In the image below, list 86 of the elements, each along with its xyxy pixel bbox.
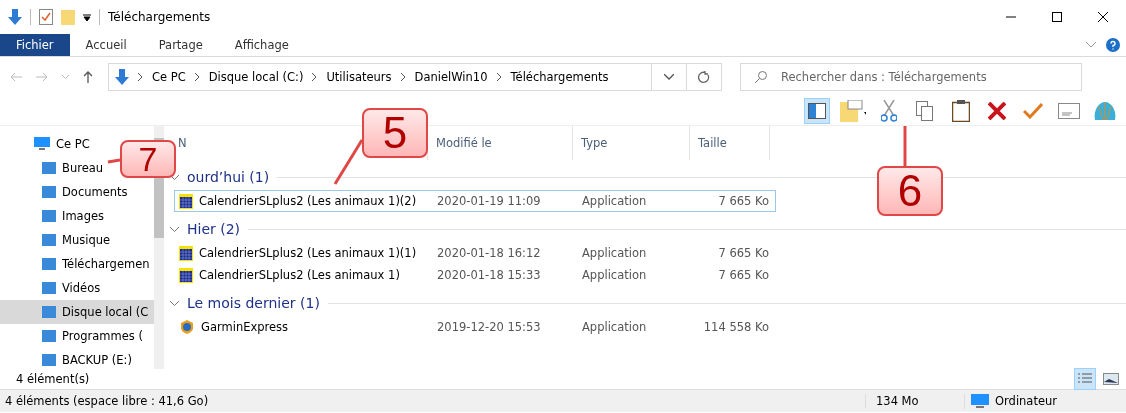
leader-line [333,138,364,186]
column-header[interactable]: Modifié le [436,136,492,150]
chevron-right-icon [496,73,502,81]
size-cell-text: 7 665 Ko [717,246,769,260]
leader-line [106,158,122,164]
callout-number: 6 [877,166,943,216]
item-count: 4 élément(s) [16,372,90,386]
date-cell-text: 2020-01-18 15:33 [436,268,542,282]
chevron-right-icon [194,73,200,81]
window-title: Téléchargements [108,10,211,24]
breadcrumb[interactable]: Ce PC [152,70,186,84]
close-icon[interactable] [1098,12,1108,22]
breadcrumb[interactable]: Utilisateurs [326,70,392,84]
calendar-icon [179,193,193,209]
properties-icon[interactable] [39,9,53,25]
size-cell-text: 114 558 Ko [702,320,769,334]
type-cell-text: Application [581,320,648,334]
file-name: GarminExpress [201,320,289,334]
date-cell-text: 2019-12-20 15:53 [436,320,542,334]
size-cell-text: 7 665 Ko [717,268,769,282]
date-cell-text: 2020-01-19 11:09 [436,194,542,208]
up-arrow-icon[interactable] [83,71,93,83]
column-header[interactable]: Taille [698,136,727,150]
chevron-down-icon[interactable] [664,74,674,80]
list-icon [1078,373,1092,385]
globe-badge-icon [179,319,195,335]
file-row[interactable]: CalendrierSLplus2 (Les animaux 1)(2) 2020-01-19 11:09 Application 7 665 Ko [174,190,776,212]
sidebar-item[interactable]: Ce PC [0,132,94,156]
sidebar-item[interactable]: BACKUP (E:) [0,348,136,372]
dropdown-icon[interactable] [83,13,91,21]
group-header: Le mois dernier (1) [187,295,320,311]
type-cell-text: Application [581,268,648,282]
group-header: ourd’hui (1) [187,169,270,185]
date-cell-text: 2020-01-18 16:12 [436,246,542,260]
column-header[interactable]: Type [581,136,608,150]
refresh-icon[interactable] [698,71,710,83]
sidebar-item[interactable]: Disque local (C [0,300,154,324]
ribbon-tab[interactable]: Partage [142,34,219,56]
download-arrow-icon [8,9,22,25]
type-cell-text: Application [581,194,648,208]
breadcrumb[interactable]: Disque local (C:) [208,70,304,84]
file-name: CalendrierSLplus2 (Les animaux 1) [199,268,400,282]
search-icon [755,71,767,83]
sidebar-item[interactable]: Documents [0,180,132,204]
sidebar-item[interactable]: Bureau [0,156,108,180]
ribbon-tab[interactable]: Accueil [69,34,143,56]
status-size: 134 Mo [865,394,964,408]
status-location: Ordinateur [995,394,1057,408]
sidebar-item[interactable]: Vidéos [0,276,105,300]
status-summary: 4 éléments (espace libre : 41,6 Go) [4,394,210,408]
chevron-right-icon [138,73,143,81]
column-header[interactable]: N [178,136,187,150]
breadcrumb[interactable]: Téléchargements [510,70,609,84]
chevron-down-icon[interactable] [170,300,179,306]
pane-toggle-button[interactable] [804,98,830,124]
sidebar-item[interactable]: Musique [0,228,115,252]
chevron-right-icon [312,73,318,81]
file-row[interactable]: CalendrierSLplus2 (Les animaux 1) 2020-01-18 15:33 Application 7 665 Ko [174,264,776,286]
help-icon[interactable] [1106,38,1120,52]
group-header: Hier (2) [187,221,241,237]
sidebar-item[interactable]: Téléchargemen [0,252,154,276]
monitor-icon [34,137,50,151]
size-cell-text: 7 665 Ko [717,194,769,208]
file-name: CalendrierSLplus2 (Les animaux 1)(1) [199,246,417,260]
sidebar-item[interactable]: Programmes ( [0,324,147,348]
callout-number: 5 [362,108,428,158]
download-arrow-icon [115,69,129,85]
calendar-icon [179,267,193,283]
chevron-right-icon [400,73,406,81]
chevron-down-icon[interactable] [170,226,179,232]
file-row[interactable]: CalendrierSLplus2 (Les animaux 1)(1) 2020-01-18 16:12 Application 7 665 Ko [174,242,776,264]
maximize-icon[interactable] [1052,12,1062,22]
calendar-icon [179,245,193,261]
monitor-icon [971,393,989,409]
breadcrumb[interactable]: DanielWin10 [414,70,488,84]
callout-number: 7 [120,140,176,178]
file-row[interactable]: GarminExpress 2019-12-20 15:53 Application 114 558 Ko [174,316,776,338]
file-name: CalendrierSLplus2 (Les animaux 1)(2) [199,194,417,208]
sidebar-item[interactable]: Images [0,204,108,228]
leader-line [903,124,907,168]
image-icon [1103,373,1119,385]
search-box[interactable]: Rechercher dans : Téléchargements [740,63,1082,91]
type-cell-text: Application [581,246,648,260]
ribbon-tab[interactable]: Fichier [0,34,70,56]
address-bar[interactable]: Ce PC Disque local (C:) Utilisateurs DanielWin10 Téléchargements [108,63,722,91]
ribbon-tab[interactable]: Affichage [218,34,305,56]
